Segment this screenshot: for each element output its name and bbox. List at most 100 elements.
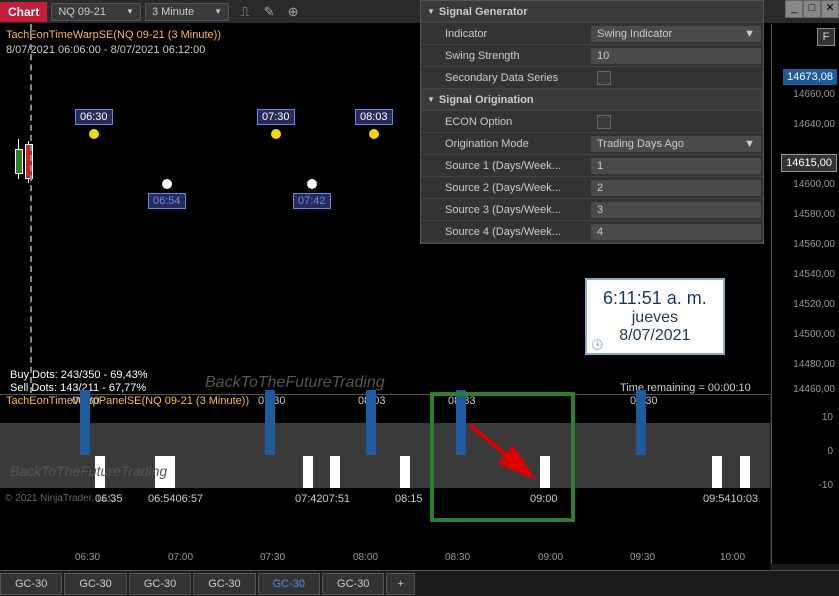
ytick: 14600,00 <box>793 179 835 190</box>
prop-label: Source 2 (Days/Week... <box>421 182 591 194</box>
yellow-dot-icon <box>369 129 379 139</box>
tab-item[interactable]: GC-30 <box>64 573 126 595</box>
dot-label: 06:54 <box>148 193 186 209</box>
panel-bar <box>265 390 275 455</box>
tab-item[interactable]: GC-30 <box>322 573 384 595</box>
sell-dot-marker: 07:42 <box>293 179 331 209</box>
xtick: 09:30 <box>630 552 655 563</box>
price-highlight: 14673,08 <box>783 69 837 85</box>
tab-item[interactable]: GC-30 <box>0 573 62 595</box>
ytick: 14500,00 <box>793 329 835 340</box>
add-tab-button[interactable]: + <box>386 573 414 595</box>
ytick: 14480,00 <box>793 359 835 370</box>
tab-item[interactable]: GC-30 <box>193 573 255 595</box>
ytick: 14540,00 <box>793 269 835 280</box>
clock-day: jueves <box>603 309 707 327</box>
sell-dot-marker: 06:54 <box>148 179 186 209</box>
prop-value: 2 <box>597 182 603 194</box>
instrument-value: NQ 09-21 <box>58 6 106 18</box>
src1-input[interactable]: 1 <box>591 158 761 174</box>
draw-icon[interactable]: ✎ <box>260 3 278 21</box>
dot-label: 06:30 <box>75 109 113 125</box>
origmode-select[interactable]: Trading Days Ago ▼ <box>591 136 761 152</box>
econ-checkbox[interactable] <box>597 115 611 129</box>
buy-dot-marker: 07:30 <box>257 109 295 143</box>
src3-input[interactable]: 3 <box>591 202 761 218</box>
panel-bar <box>330 456 340 488</box>
collapse-icon: ▼ <box>427 95 435 104</box>
white-dot-icon <box>162 179 172 189</box>
maximize-icon[interactable]: □ <box>803 0 821 18</box>
props-section-header[interactable]: ▼Signal Generator <box>421 1 763 23</box>
panel-bar <box>366 390 376 455</box>
instrument-dropdown[interactable]: NQ 09-21 ▼ <box>51 3 141 21</box>
clock-widget: 6:11:51 a. m. jueves 8/07/2021 🕓 <box>585 278 725 355</box>
panel-yaxis: 10 0 -10 <box>771 394 839 489</box>
watermark: BackToTheFutureTrading <box>205 374 385 392</box>
candlestick <box>15 144 41 184</box>
ytick: 14640,00 <box>793 119 835 130</box>
panel-bar <box>80 390 90 455</box>
chart-button[interactable]: Chart <box>0 2 47 22</box>
chevron-down-icon: ▼ <box>744 28 755 40</box>
ytick: 14660,00 <box>793 89 835 100</box>
collapse-icon: ▼ <box>427 7 435 16</box>
white-dot-icon <box>307 179 317 189</box>
clock-time: 6:11:51 a. m. <box>603 288 707 309</box>
panel-bar <box>740 456 750 488</box>
buy-dot-marker: 08:03 <box>355 109 393 143</box>
pytick: 10 <box>822 412 833 423</box>
src4-input[interactable]: 4 <box>591 224 761 240</box>
panel-time-label: 08:15 <box>395 493 423 505</box>
time-axis[interactable]: 06:30 07:00 07:30 08:00 08:30 09:00 09:3… <box>0 552 770 570</box>
red-arrow-icon <box>465 420 545 490</box>
props-section-header[interactable]: ▼ Signal Origination <box>421 89 763 111</box>
prop-value: Trading Days Ago <box>597 138 684 150</box>
prop-label: Source 4 (Days/Week... <box>421 226 591 238</box>
secondary-checkbox[interactable] <box>597 71 611 85</box>
zoom-icon[interactable]: ⊕ <box>284 3 302 21</box>
chevron-down-icon: ▼ <box>126 7 134 16</box>
prop-value: 4 <box>597 226 603 238</box>
src2-input[interactable]: 2 <box>591 180 761 196</box>
xtick: 07:00 <box>168 552 193 563</box>
panel-bar <box>400 456 410 488</box>
ytick: 14560,00 <box>793 239 835 250</box>
prop-label: Swing Strength <box>421 50 591 62</box>
close-icon[interactable]: ✕ <box>821 0 839 18</box>
panel-time-label: 07:4207:51 <box>295 493 350 505</box>
chevron-down-icon: ▼ <box>214 7 222 16</box>
prop-label: ECON Option <box>421 116 591 128</box>
tab-item[interactable]: GC-30 <box>129 573 191 595</box>
panel-indicator-label: TachEonTimeWarpPanelSE(NQ 09-21 (3 Minut… <box>6 395 249 407</box>
prop-label: Indicator <box>421 28 591 40</box>
xtick: 08:00 <box>353 552 378 563</box>
timeframe-value: 3 Minute <box>152 6 194 18</box>
prop-value: 3 <box>597 204 603 216</box>
lower-panel[interactable]: TachEonTimeWarpPanelSE(NQ 09-21 (3 Minut… <box>0 394 770 574</box>
chevron-down-icon: ▼ <box>744 138 755 150</box>
panel-bar <box>303 456 313 488</box>
panel-time-label: 09:00 <box>530 493 558 505</box>
yellow-dot-icon <box>271 129 281 139</box>
ytick: 14580,00 <box>793 209 835 220</box>
f-button[interactable]: F <box>817 28 835 46</box>
time-range-label: 8/07/2021 06:06:00 - 8/07/2021 06:12:00 <box>6 44 205 56</box>
toolbar-icon[interactable]: ⎍ <box>236 3 254 21</box>
xtick: 09:00 <box>538 552 563 563</box>
indicator-select[interactable]: Swing Indicator ▼ <box>591 26 761 42</box>
xtick: 07:30 <box>260 552 285 563</box>
section-label: Signal Origination <box>439 94 534 106</box>
minimize-icon[interactable]: _ <box>785 0 803 18</box>
panel-time-label: 09:5410:03 <box>703 493 758 505</box>
dot-label: 07:30 <box>257 109 295 125</box>
tab-bar: GC-30 GC-30 GC-30 GC-30 GC-30 GC-30 + <box>0 570 839 596</box>
buy-dot-marker: 06:30 <box>75 109 113 143</box>
timeframe-dropdown[interactable]: 3 Minute ▼ <box>145 3 229 21</box>
tab-item-active[interactable]: GC-30 <box>258 573 320 595</box>
indicator-label: TachEonTimeWarpSE(NQ 09-21 (3 Minute)) <box>6 29 221 41</box>
panel-time-label: 06:35 <box>95 493 123 505</box>
yellow-dot-icon <box>89 129 99 139</box>
swing-input[interactable]: 10 <box>591 48 761 64</box>
prop-value: Swing Indicator <box>597 28 672 40</box>
